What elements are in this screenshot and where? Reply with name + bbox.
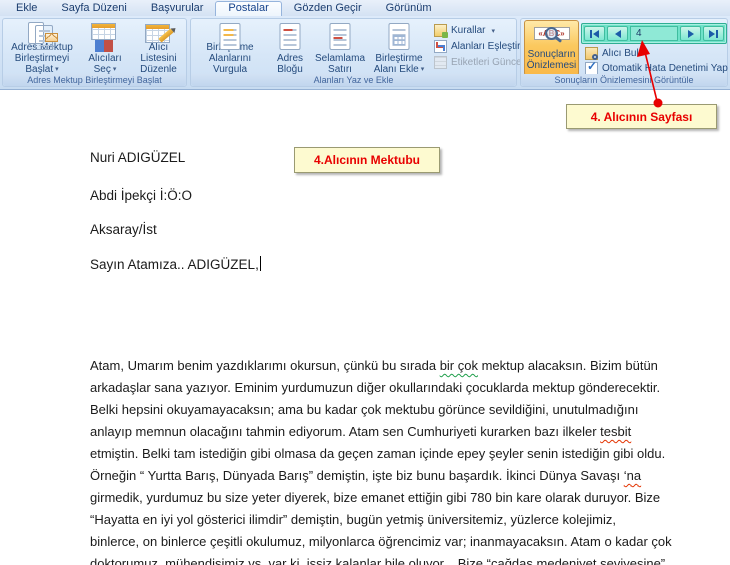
ribbon-tab-bar: Ekle Sayfa Düzeni Başvurular Postalar Gö…: [0, 0, 730, 16]
body-line: Belki hepsini okuyamayacaksın; ama bu ka…: [90, 402, 639, 417]
dropdown-arrow-icon: ▾: [55, 66, 59, 73]
body-paragraph: Atam, Umarım benim yazdıklarımı okursun,…: [90, 355, 720, 565]
body-line: etmiştin. Belki tam istediğin gibi olmas…: [90, 446, 666, 461]
preview-results-button[interactable]: «ABC» Sonuçların Önizlemesi: [524, 20, 579, 76]
highlight-merge-fields-icon: [215, 22, 245, 50]
group-label-write-insert-fields: Alanları Yaz ve Ekle: [191, 74, 516, 86]
address-block-icon: [275, 22, 305, 52]
body-line: Örneğin “ Yurtta Barış, Dünyada Barış” d…: [90, 468, 642, 483]
group-label-preview-results: Sonuçların Önizlemesini Görüntüle: [521, 74, 727, 86]
edit-recipient-list-button[interactable]: Alıcı Listesini Düzenle: [130, 20, 187, 75]
greeting-line-button[interactable]: Selamlama Satırı: [312, 20, 368, 75]
group-start-mail-merge: Adres Mektup Birleştirmeyi Başlat ▾ Alıcı…: [2, 18, 187, 87]
insert-merge-field-label: Birleştirme Alanı Ekle: [373, 53, 423, 75]
last-record-button[interactable]: [703, 26, 724, 41]
ribbon: Adres Mektup Birleştirmeyi Başlat ▾ Alıcı…: [0, 16, 730, 90]
match-fields-icon: [434, 40, 447, 53]
tab-basvurular[interactable]: Başvurular: [139, 1, 216, 16]
edit-recipient-list-label: Alıcı Listesini Düzenle: [140, 42, 177, 75]
word-window: Ekle Sayfa Düzeni Başvurular Postalar Gö…: [0, 0, 730, 565]
dropdown-arrow-icon: ▾: [491, 27, 495, 35]
salutation-line: Sayın Atamıza.. ADIGÜZEL,: [90, 256, 261, 272]
body-line: doktorumuz, mühendisimiz vs. var ki, işs…: [90, 556, 666, 565]
group-label-start-mail-merge: Adres Mektup Birleştirmeyi Başlat: [3, 74, 186, 86]
body-line: arkadaşlar sana yazıyor. Eminim yurdumuz…: [90, 380, 661, 395]
preview-results-icon: «ABC»: [533, 24, 570, 48]
update-labels-icon: [434, 56, 447, 69]
tab-ekle[interactable]: Ekle: [4, 1, 49, 16]
tab-gorunum[interactable]: Görünüm: [374, 1, 444, 16]
previous-record-icon: [614, 29, 621, 38]
text-cursor: [259, 256, 261, 271]
dropdown-arrow-icon: ▾: [420, 66, 425, 73]
recipient-name: Nuri ADIGÜZEL: [90, 150, 186, 165]
group-write-insert-fields: Birleştirme Alanlarını Vurgula Adres Blo…: [190, 18, 545, 87]
address-block-button[interactable]: Adres Bloğu: [268, 20, 312, 75]
rules-label: Kurallar: [451, 25, 486, 36]
start-mail-merge-button[interactable]: Adres Mektup Birleştirmeyi Başlat ▾: [4, 20, 80, 75]
first-record-icon: [590, 29, 592, 38]
body-line: Atam, Umarım benim yazdıklarımı okursun,…: [90, 358, 658, 373]
first-record-button[interactable]: [584, 26, 605, 41]
last-record-icon: [709, 29, 715, 38]
tab-sayfa-duzeni[interactable]: Sayfa Düzeni: [49, 1, 138, 16]
body-line: “Hayatta en iyi yol gösterici ilimdir” d…: [90, 512, 616, 527]
record-number-field[interactable]: 4: [630, 26, 678, 41]
next-record-button[interactable]: [680, 26, 701, 41]
recipient-city: Aksaray/İst: [90, 222, 157, 237]
callout-letter: 4.Alıcının Mektubu: [294, 147, 440, 173]
next-record-icon: [687, 29, 694, 38]
tab-gozden-gecir[interactable]: Gözden Geçir: [282, 1, 374, 16]
insert-merge-field-button[interactable]: Birleştirme Alanı Ekle ▾: [368, 20, 430, 75]
insert-merge-field-icon: [384, 22, 414, 52]
edit-recipient-list-icon: [144, 22, 174, 43]
select-recipients-icon: [90, 22, 120, 52]
dropdown-arrow-icon: ▾: [112, 66, 117, 73]
group-preview-results: «ABC» Sonuçların Önizlemesi 4 Alıcı Bul …: [520, 18, 728, 87]
start-mail-merge-icon: [27, 22, 58, 50]
rules-icon: [434, 24, 448, 38]
tab-postalar[interactable]: Postalar: [215, 1, 282, 16]
record-navigator: 4: [581, 23, 727, 44]
select-recipients-button[interactable]: Alıcıları Seç ▾: [80, 20, 130, 75]
body-line: girmedik, yurdumuz bu size yeter diyerek…: [90, 490, 661, 505]
greeting-line-icon: [325, 22, 355, 52]
body-line: anlayıp memnun olacağını tahmin ediyorum…: [90, 424, 632, 439]
magnifier-icon: [544, 27, 558, 40]
highlight-merge-fields-button[interactable]: Birleştirme Alanlarını Vurgula: [192, 20, 268, 75]
match-fields-label: Alanları Eşleştir: [451, 41, 521, 52]
greeting-line-label: Selamlama Satırı: [314, 53, 366, 75]
recipient-school: Abdi İpekçi İ:Ö:O: [90, 188, 193, 203]
find-recipient-label: Alıcı Bul: [602, 48, 639, 59]
salutation-text: Sayın Atamıza.. ADIGÜZEL,: [90, 257, 259, 272]
select-recipients-label: Alıcıları Seç: [88, 53, 122, 75]
body-line: binlerce, on binlerce çeşitli okulumuz, …: [90, 534, 672, 549]
callout-page: 4. Alıcının Sayfası: [566, 104, 717, 129]
address-block-label: Adres Bloğu: [276, 53, 304, 75]
previous-record-button[interactable]: [607, 26, 628, 41]
auto-check-errors-label: Otomatik Hata Denetimi Yap: [602, 63, 728, 74]
preview-results-label: Sonuçların Önizlemesi: [526, 49, 577, 71]
